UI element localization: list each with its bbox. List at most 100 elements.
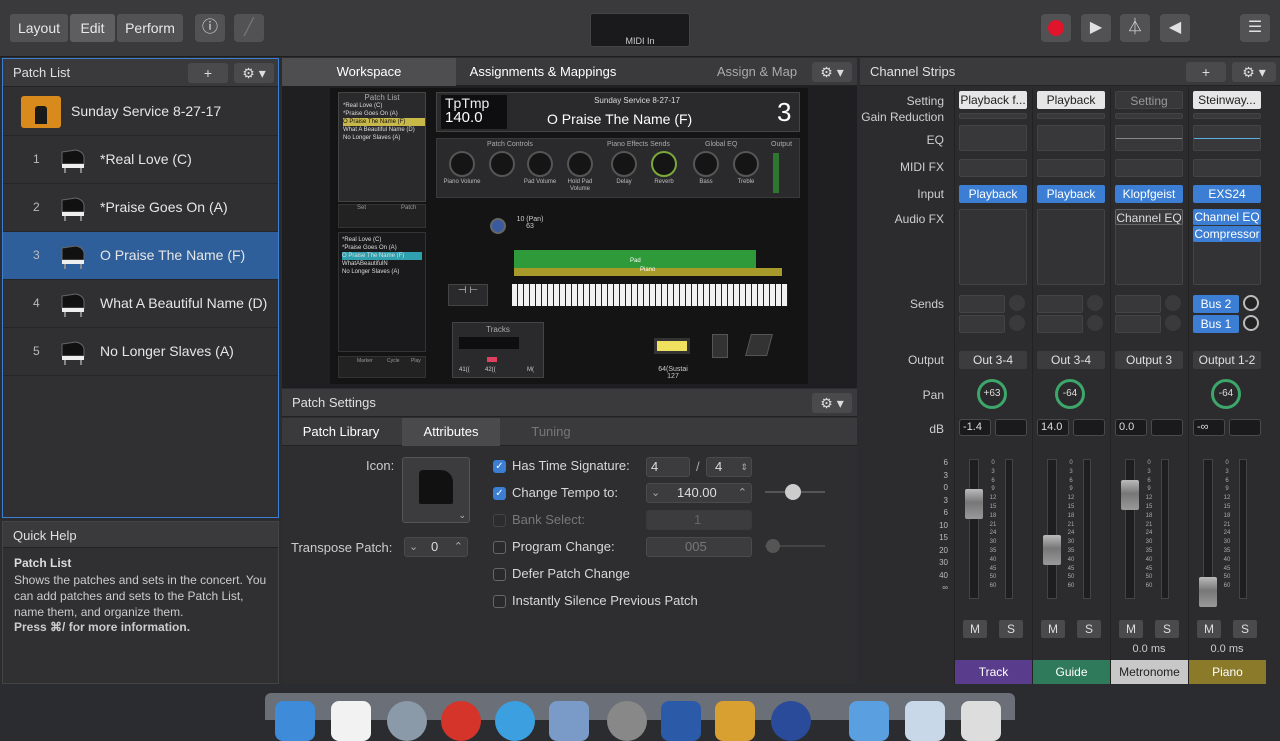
mute-button[interactable]: M — [1119, 620, 1143, 638]
send-slot[interactable] — [959, 315, 1005, 333]
ws-knob[interactable] — [489, 151, 515, 177]
mini-list-item[interactable]: What A Beautiful Name (D) — [343, 126, 425, 134]
eq-thumbnail[interactable] — [1193, 125, 1261, 151]
program-change-checkbox[interactable] — [493, 541, 506, 554]
metronome-icon[interactable]: ⏃ — [1120, 14, 1150, 42]
setting-button[interactable]: Playback — [1037, 91, 1105, 109]
eq-thumbnail[interactable] — [1115, 125, 1183, 151]
volume-fader-track[interactable] — [1047, 459, 1057, 599]
mini-list-2-item[interactable]: WhatABeautifulN — [342, 260, 422, 268]
trash-icon[interactable] — [961, 701, 1001, 741]
patch-row[interactable]: 5 No Longer Slaves (A) — [3, 328, 278, 376]
tab-tuning[interactable]: Tuning — [502, 418, 600, 446]
time-sig-numerator[interactable]: 4 — [646, 457, 690, 477]
pedal-icon[interactable] — [712, 334, 728, 358]
mixer-icon[interactable]: ☰ — [1240, 14, 1270, 42]
patch-row[interactable]: 3 O Praise The Name (F) — [3, 232, 278, 280]
input-slot[interactable]: EXS24 — [1193, 185, 1261, 203]
patch-row[interactable]: 2 *Praise Goes On (A) — [3, 184, 278, 232]
preview-icon[interactable] — [549, 701, 589, 741]
send-slot[interactable]: Bus 1 — [1193, 315, 1239, 333]
play-icon[interactable]: ▶ — [1081, 14, 1111, 42]
send-knob[interactable] — [1087, 295, 1103, 311]
send-knob[interactable] — [1165, 315, 1181, 331]
patch-row[interactable]: 1 *Real Love (C) — [3, 136, 278, 184]
app-icon[interactable] — [771, 701, 811, 741]
mini-list-item[interactable]: *Praise Goes On (A) — [343, 110, 425, 118]
volume-fader-thumb[interactable] — [1043, 535, 1061, 565]
output-slot[interactable]: Output 1-2 — [1193, 351, 1261, 369]
perform-button[interactable]: Perform — [117, 14, 183, 42]
pencil-icon[interactable]: ╱ — [234, 14, 264, 42]
assign-map-button[interactable]: Assign & Map — [707, 58, 807, 86]
audio-fx-slot[interactable]: Channel EQ — [1193, 209, 1261, 225]
mini-list-2-item[interactable]: *Praise Goes On (A) — [342, 244, 422, 252]
keyboard[interactable] — [512, 284, 788, 306]
channel-name[interactable]: Piano — [1189, 660, 1266, 684]
settings-icon[interactable] — [607, 701, 647, 741]
send-knob[interactable] — [1165, 295, 1181, 311]
mini-list-item[interactable]: No Longer Slaves (A) — [343, 134, 425, 142]
ws-knob[interactable] — [567, 151, 593, 177]
channel-name[interactable]: Guide — [1033, 660, 1110, 684]
solo-button[interactable]: S — [1155, 620, 1179, 638]
info-icon[interactable]: ⓘ — [195, 14, 225, 42]
output-slot[interactable]: Out 3-4 — [1037, 351, 1105, 369]
tab-patch-library[interactable]: Patch Library — [290, 418, 392, 446]
send-slot[interactable]: Bus 2 — [1193, 295, 1239, 313]
solo-button[interactable]: S — [1233, 620, 1257, 638]
solo-button[interactable]: S — [1077, 620, 1101, 638]
time-sig-denominator[interactable]: 4 ⇕ — [706, 457, 752, 477]
solo-button[interactable]: S — [999, 620, 1023, 638]
mini-list-2-item[interactable]: *Real Love (C) — [342, 236, 422, 244]
record-button[interactable] — [1041, 14, 1071, 42]
volume-fader-thumb[interactable] — [1121, 480, 1139, 510]
program-slider-thumb[interactable] — [766, 539, 780, 553]
patch-icon-picker[interactable]: ⌄ — [402, 457, 470, 523]
audio-fx-slot[interactable]: Compressor — [1193, 226, 1261, 242]
midi-fx-slot[interactable] — [1115, 159, 1183, 177]
transpose-stepper[interactable]: ⌄ 0 ⌃ — [404, 537, 468, 557]
send-knob[interactable] — [1243, 315, 1259, 331]
chrome-icon[interactable] — [441, 701, 481, 741]
ws-knob[interactable] — [693, 151, 719, 177]
mute-button[interactable]: M — [1041, 620, 1065, 638]
change-tempo-checkbox[interactable]: ✓ — [493, 487, 506, 500]
pan-knob-icon[interactable] — [490, 218, 506, 234]
input-slot[interactable]: Klopfgeist — [1115, 185, 1183, 203]
output-slot[interactable]: Output 3 — [1115, 351, 1183, 369]
input-slot[interactable]: Playback — [1037, 185, 1105, 203]
eq-thumbnail[interactable] — [1037, 125, 1105, 151]
mini-list-2-item[interactable]: No Longer Slaves (A) — [342, 268, 422, 276]
downloads-icon[interactable] — [905, 701, 945, 741]
gear-icon[interactable]: ⚙ ▾ — [234, 63, 274, 83]
eq-thumbnail[interactable] — [959, 125, 1027, 151]
mini-list-item[interactable]: O Praise The Name (F) — [343, 118, 425, 126]
channel-name[interactable]: Metronome — [1111, 660, 1188, 684]
ws-knob[interactable] — [611, 151, 637, 177]
send-slot[interactable] — [1037, 315, 1083, 333]
expression-pedal-icon[interactable] — [745, 334, 773, 356]
mainstage-icon[interactable] — [715, 701, 755, 741]
folder-dock-icon[interactable] — [849, 701, 889, 741]
send-slot[interactable] — [959, 295, 1005, 313]
add-patch-button[interactable]: + — [188, 63, 228, 83]
defer-checkbox[interactable] — [493, 568, 506, 581]
send-knob[interactable] — [1009, 295, 1025, 311]
tab-assignments[interactable]: Assignments & Mappings — [458, 58, 628, 86]
patch-row[interactable]: 4 What A Beautiful Name (D) — [3, 280, 278, 328]
ws-knob[interactable] — [449, 151, 475, 177]
safari-icon[interactable] — [495, 701, 535, 741]
pan-knob[interactable]: -64 — [1055, 379, 1085, 409]
send-knob[interactable] — [1243, 295, 1259, 311]
workspace-gear-icon[interactable]: ⚙ ▾ — [812, 62, 852, 82]
setting-button[interactable]: Setting — [1115, 91, 1183, 109]
setting-button[interactable]: Steinway... — [1193, 91, 1261, 109]
db-field[interactable]: 14.0 — [1037, 419, 1069, 436]
mute-button[interactable]: M — [1197, 620, 1221, 638]
send-slot[interactable] — [1037, 295, 1083, 313]
volume-fader-thumb[interactable] — [965, 489, 983, 519]
midi-fx-slot[interactable] — [1037, 159, 1105, 177]
setting-button[interactable]: Playback f... — [959, 91, 1027, 109]
bank-select-stepper[interactable]: 1 — [646, 510, 752, 530]
